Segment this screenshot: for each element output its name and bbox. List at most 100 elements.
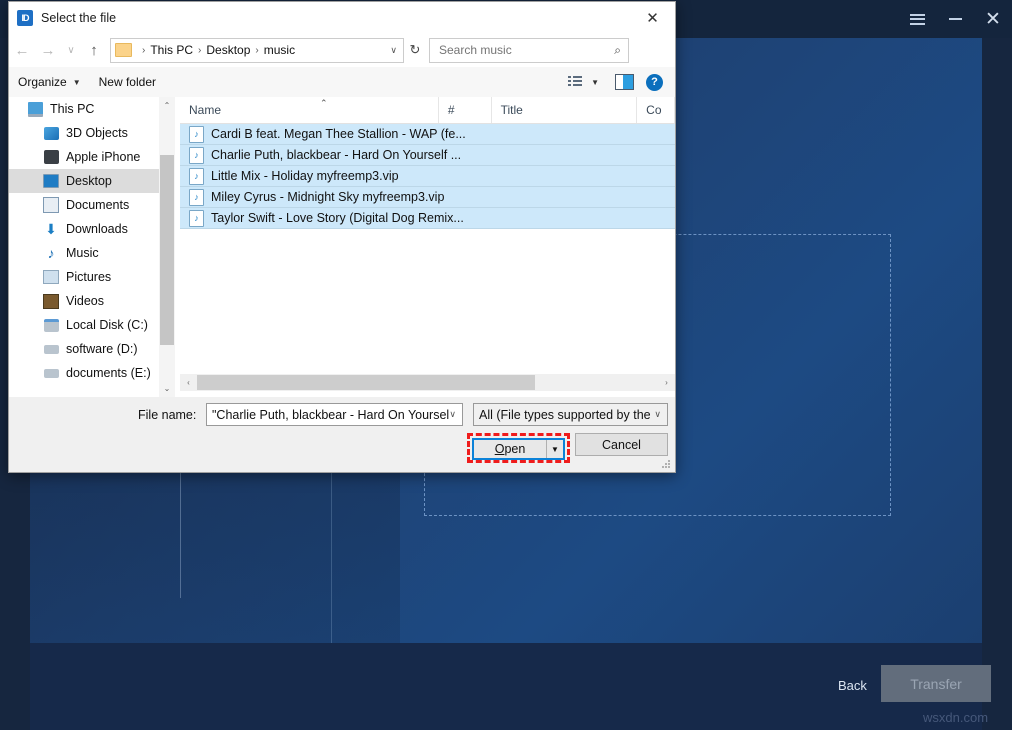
- filename-input[interactable]: "Charlie Puth, blackbear - Hard On Yours…: [206, 403, 463, 426]
- address-bar[interactable]: › This PC › Desktop › music ∨: [110, 38, 404, 63]
- nav-up-button[interactable]: ↑: [81, 37, 107, 63]
- column-header--[interactable]: #: [439, 97, 492, 123]
- preview-pane-icon[interactable]: [615, 74, 634, 90]
- filetype-value: All (File types supported by the: [479, 408, 654, 422]
- sidebar-item-3d-objects[interactable]: 3D Objects: [9, 121, 159, 145]
- file-name: Charlie Puth, blackbear - Hard On Yourse…: [211, 148, 461, 162]
- file-list[interactable]: ⌃ Name#TitleCo ♪Cardi B feat. Megan Thee…: [180, 97, 675, 397]
- drive-icon: [43, 365, 59, 381]
- music-file-icon: ♪: [189, 147, 204, 164]
- filename-label: File name:: [138, 408, 196, 422]
- sidebar-item-videos[interactable]: Videos: [9, 289, 159, 313]
- sidebar-scroll-down-icon[interactable]: ⌄: [159, 380, 175, 397]
- close-icon[interactable]: ✕: [974, 0, 1012, 38]
- nav-back-button[interactable]: ←: [9, 37, 35, 63]
- pictures-icon: [43, 269, 59, 285]
- sidebar-item-desktop[interactable]: Desktop: [9, 169, 159, 193]
- dialog-title: Select the file: [41, 11, 116, 25]
- sidebar-item-documents-e[interactable]: documents (E:): [9, 361, 159, 385]
- breadcrumb-desktop[interactable]: Desktop: [206, 43, 250, 57]
- file-row[interactable]: ♪Cardi B feat. Megan Thee Stallion - WAP…: [180, 124, 675, 145]
- transfer-button[interactable]: Transfer: [881, 665, 991, 702]
- search-icon: ⌕: [614, 43, 621, 58]
- panel-divider-left: [180, 468, 181, 598]
- breadcrumb-this-pc[interactable]: This PC: [150, 43, 193, 57]
- videos-icon: [43, 293, 59, 309]
- column-header-co[interactable]: Co: [637, 97, 675, 123]
- sidebar-scroll-up-icon[interactable]: ⌃: [159, 97, 175, 114]
- sidebar-item-downloads[interactable]: ⬇Downloads: [9, 217, 159, 241]
- sidebar-item-local-disk-c[interactable]: Local Disk (C:): [9, 313, 159, 337]
- dialog-bottom-bar: File name: "Charlie Puth, blackbear - Ha…: [9, 397, 675, 472]
- hamburger-menu-glyph: [910, 14, 925, 25]
- sidebar-item-this-pc[interactable]: This PC: [9, 97, 159, 121]
- file-row[interactable]: ♪ Charlie Puth, blackbear - Hard On Yours…: [180, 145, 675, 166]
- file-row[interactable]: ♪Little Mix - Holiday myfreemp3.vip: [180, 166, 675, 187]
- drive-icon: [43, 341, 59, 357]
- nav-forward-button[interactable]: →: [35, 37, 61, 63]
- chevron-down-icon[interactable]: ▼: [591, 78, 599, 87]
- filetype-select[interactable]: All (File types supported by the ∨: [473, 403, 668, 426]
- sidebar-item-label: Apple iPhone: [66, 150, 140, 164]
- hscroll-track[interactable]: [197, 374, 658, 391]
- file-row[interactable]: ♪Taylor Swift - Love Story (Digital Dog …: [180, 208, 675, 229]
- open-button-group: Open ▼: [472, 438, 565, 460]
- filelist-horizontal-scrollbar[interactable]: ‹ ›: [180, 374, 675, 391]
- sidebar-item-documents[interactable]: Documents: [9, 193, 159, 217]
- chevron-down-icon[interactable]: ∨: [390, 45, 397, 56]
- search-input[interactable]: [437, 42, 614, 58]
- dialog-content: This PC 3D Objects Apple iPhone Desktop Docu…: [9, 97, 675, 397]
- file-name: Miley Cyrus - Midnight Sky myfreemp3.vip: [211, 190, 444, 204]
- music-file-icon: ♪: [189, 126, 204, 143]
- breadcrumb-sep-0: ›: [142, 45, 145, 56]
- local-disk-icon: [43, 317, 59, 333]
- cancel-button[interactable]: Cancel: [575, 433, 668, 456]
- downloads-icon: ⬇: [43, 221, 59, 237]
- sidebar-item-label: Videos: [66, 294, 104, 308]
- minimize-glyph: [949, 18, 962, 20]
- desktop-icon: [43, 173, 59, 189]
- filename-value: "Charlie Puth, blackbear - Hard On Yours…: [212, 408, 449, 422]
- column-header-name[interactable]: Name: [180, 97, 439, 123]
- chevron-down-icon[interactable]: ∨: [449, 409, 456, 420]
- chevron-down-icon[interactable]: ∨: [654, 409, 661, 420]
- view-list-icon[interactable]: [568, 76, 583, 89]
- dialog-close-icon[interactable]: ✕: [630, 2, 675, 33]
- open-dropdown-icon[interactable]: ▼: [546, 440, 563, 458]
- new-folder-button[interactable]: New folder: [90, 70, 165, 94]
- nav-recent-locations-button[interactable]: ∨: [61, 37, 81, 63]
- file-rows-container[interactable]: ♪Cardi B feat. Megan Thee Stallion - WAP…: [180, 124, 675, 229]
- music-file-icon: ♪: [189, 210, 204, 227]
- watermark: wsxdn.com: [923, 710, 988, 725]
- sidebar-item-label: Documents: [66, 198, 129, 212]
- dialog-navbar: ← → ∨ ↑ › This PC › Desktop › music ∨ ↻ …: [9, 33, 675, 67]
- help-icon[interactable]: ?: [646, 74, 663, 91]
- resize-grip[interactable]: [662, 460, 672, 470]
- sidebar-scrollbar[interactable]: ⌃ ⌄: [159, 97, 176, 397]
- breadcrumb-music[interactable]: music: [264, 43, 295, 57]
- minimize-icon[interactable]: [936, 0, 974, 38]
- sidebar-item-pictures[interactable]: Pictures: [9, 265, 159, 289]
- hscroll-right-icon[interactable]: ›: [658, 374, 675, 391]
- hscroll-left-icon[interactable]: ‹: [180, 374, 197, 391]
- search-box[interactable]: ⌕: [429, 38, 629, 63]
- sidebar-item-apple-iphone[interactable]: Apple iPhone: [9, 145, 159, 169]
- file-row[interactable]: ♪ Miley Cyrus - Midnight Sky myfreemp3.vi…: [180, 187, 675, 208]
- sidebar-item-software-d[interactable]: software (D:): [9, 337, 159, 361]
- back-button[interactable]: Back: [832, 677, 873, 694]
- sidebar-scroll-thumb[interactable]: [160, 155, 174, 345]
- sidebar-item-label: This PC: [50, 102, 94, 116]
- hamburger-menu-icon[interactable]: [898, 0, 936, 38]
- refresh-icon[interactable]: ↻: [404, 39, 426, 61]
- organize-label: Organize: [18, 75, 67, 89]
- music-file-icon: ♪: [189, 189, 204, 206]
- hscroll-thumb[interactable]: [197, 375, 535, 390]
- open-label-rest: pen: [504, 442, 525, 456]
- music-note-icon: ♪: [43, 245, 59, 261]
- navigation-sidebar[interactable]: This PC 3D Objects Apple iPhone Desktop Docu…: [9, 97, 159, 397]
- sidebar-item-music[interactable]: ♪Music: [9, 241, 159, 265]
- open-button[interactable]: Open: [474, 440, 546, 458]
- column-header-title[interactable]: Title: [492, 97, 638, 123]
- organize-button[interactable]: Organize ▼: [9, 70, 90, 94]
- 3d-objects-icon: [43, 125, 59, 141]
